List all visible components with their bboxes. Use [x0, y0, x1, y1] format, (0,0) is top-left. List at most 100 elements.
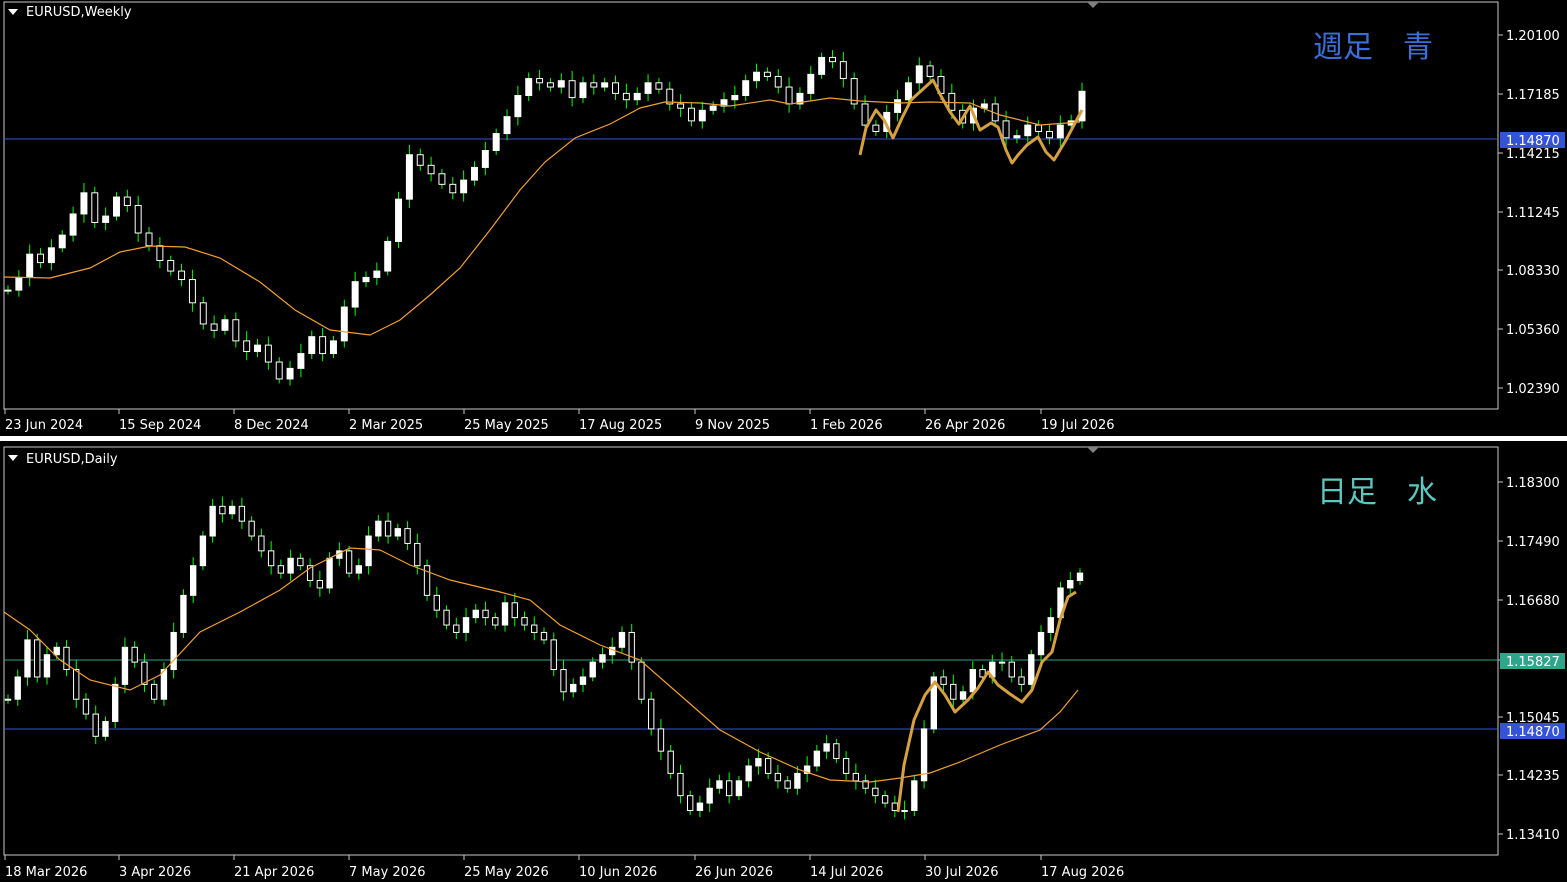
candle-body	[579, 676, 587, 685]
date-tick-label: 3 Apr 2026	[119, 865, 191, 880]
candle-body	[648, 698, 655, 730]
candle-body	[823, 743, 830, 752]
date-tick-label: 2 Mar 2025	[349, 418, 423, 433]
date-tick-label: 9 Nov 2025	[695, 418, 770, 433]
weekly-chart-pane[interactable]: EURUSD,Weekly 週足 青 1.20100 1.17185 1.14215…	[3, 1, 1565, 433]
candle-body	[102, 215, 110, 223]
daily-plot-frame	[3, 446, 1499, 856]
candle-body	[725, 780, 733, 797]
candle-body	[1013, 135, 1021, 139]
price-tick-label: 1.13410	[1506, 828, 1560, 843]
candle-body	[525, 78, 533, 96]
candle-body	[492, 617, 499, 626]
candle-body	[568, 80, 576, 99]
charts-canvas: EURUSD,Weekly 週足 青 1.20100 1.17185 1.14215…	[3, 1, 1565, 880]
candle-body	[785, 86, 793, 105]
price-tick-label: 1.16680	[1506, 594, 1560, 609]
candle-body	[287, 557, 294, 574]
candle-body	[384, 240, 392, 272]
date-tick-label: 8 Dec 2024	[234, 418, 309, 433]
candle-body	[267, 550, 275, 567]
candle-body	[297, 353, 305, 369]
candle-body	[47, 247, 55, 264]
candle-body	[687, 795, 694, 811]
candle-body	[405, 154, 413, 200]
candle-body	[471, 166, 478, 181]
candle-body	[351, 281, 359, 308]
date-tick-label: 25 May 2026	[464, 865, 549, 880]
candle-body	[209, 505, 216, 537]
candle-body	[940, 676, 947, 685]
candle-body	[258, 535, 265, 552]
candle-body	[622, 92, 630, 101]
candle-body	[540, 631, 548, 641]
price-level-tag-label: 1.14870	[1506, 725, 1560, 740]
candle-body	[319, 336, 327, 355]
candle-body	[277, 565, 285, 574]
candle-body	[618, 631, 626, 648]
price-tick-label: 1.17490	[1506, 535, 1560, 550]
candle-body	[915, 65, 923, 84]
candle-body	[894, 99, 902, 113]
candle-body	[709, 105, 717, 111]
candle-body	[121, 646, 129, 685]
candle	[199, 531, 207, 571]
candle-body	[514, 95, 522, 118]
candle	[911, 774, 918, 816]
candle-body	[926, 65, 934, 77]
candle-body	[755, 758, 762, 767]
candle-body	[80, 192, 88, 215]
daily-chart-pane[interactable]: EURUSD,Daily 日足 水 1.18300 1.17490 1.16680 1…	[3, 446, 1565, 880]
candle-body	[1002, 120, 1010, 139]
pane-separator[interactable]	[0, 436, 1567, 441]
candle-body	[297, 557, 304, 567]
candle-body	[696, 802, 704, 811]
candle-body	[948, 92, 956, 111]
candle-body	[911, 780, 918, 811]
date-tick-label: 25 May 2025	[464, 418, 549, 433]
candle-body	[716, 780, 723, 789]
date-tick-label: 26 Apr 2026	[925, 418, 1005, 433]
candle-body	[373, 270, 381, 278]
candle	[395, 191, 403, 249]
candle-body	[199, 535, 207, 567]
price-tick-label: 1.05360	[1506, 323, 1560, 338]
date-tick-label: 7 May 2026	[349, 865, 426, 880]
candle-body	[4, 289, 12, 292]
candle-body	[1018, 676, 1025, 685]
candle-body	[998, 661, 1006, 664]
candle-body	[112, 683, 119, 722]
candle-body	[735, 780, 743, 797]
candle-body	[774, 772, 782, 782]
candle-body	[404, 528, 411, 544]
candle-body	[1056, 124, 1064, 139]
candle-body	[43, 654, 51, 678]
candle-body	[764, 758, 772, 774]
candle-body	[340, 306, 348, 342]
candle-body	[24, 639, 31, 678]
daily-overlay-label: 日足 水	[1317, 475, 1437, 510]
candle-body	[73, 669, 80, 700]
candle-body	[1024, 124, 1032, 137]
candle-body	[784, 780, 791, 789]
candle-body	[134, 205, 142, 234]
candle-body	[102, 720, 109, 737]
candle-body	[460, 179, 468, 194]
date-tick-label: 21 Apr 2026	[234, 865, 314, 880]
weekly-symbol-label: EURUSD,Weekly	[26, 5, 132, 20]
candle-body	[753, 71, 761, 82]
candle-body	[842, 758, 850, 774]
price-tick-label: 1.11245	[1506, 206, 1560, 221]
candle-body	[501, 602, 509, 626]
candle-body	[248, 520, 255, 537]
candle-body	[228, 505, 236, 515]
candle-body	[443, 609, 450, 626]
candle-body	[4, 698, 12, 701]
date-tick-label: 10 Jun 2026	[579, 865, 657, 880]
candle-body	[481, 150, 489, 168]
candle-body	[601, 82, 609, 88]
candle-body	[1076, 572, 1084, 582]
candle-body	[365, 535, 372, 567]
candle-body	[275, 361, 283, 380]
candle-body	[1028, 654, 1035, 685]
